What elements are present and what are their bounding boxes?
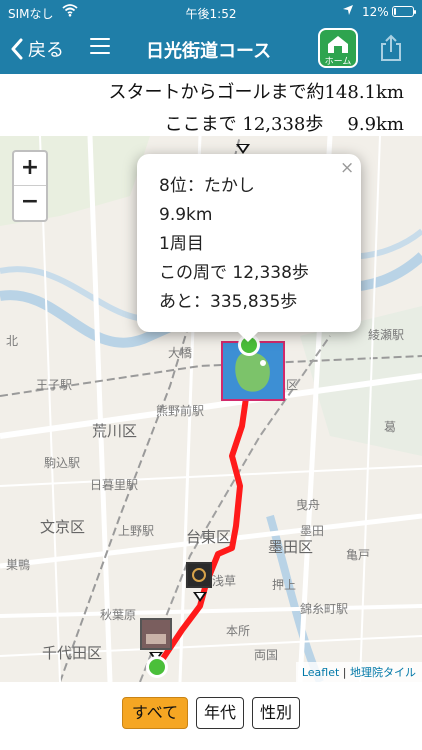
progress-text: ここまで 12,338歩 9.9km	[165, 110, 404, 136]
total-distance-text: スタートからゴールまで約148.1km	[108, 82, 404, 103]
map-label-oshiage: 押上	[272, 578, 297, 592]
popup-remaining: あと：335,835歩	[159, 292, 298, 312]
map-label-bunkyo: 文京区	[40, 518, 86, 536]
map-label-ueno: 上野駅	[118, 524, 155, 538]
popup-rank: 8位：たかし	[159, 176, 255, 196]
map-label-kumanomae: 熊野前駅	[156, 404, 205, 418]
popup-lap: 1周目	[159, 234, 204, 254]
progress-steps: ここまで 12,338歩	[164, 114, 324, 135]
map-label-kinshicho: 錦糸町駅	[300, 602, 349, 616]
menu-icon[interactable]	[90, 38, 110, 56]
filter-age-button[interactable]: 年代	[196, 697, 244, 729]
popup-lap-steps: この周で 12,338歩	[159, 263, 309, 283]
start-marker[interactable]	[146, 656, 168, 678]
map-label-komagome: 駒込駅	[44, 456, 81, 470]
map-label-ryogoku: 両国	[254, 648, 279, 662]
leaflet-link[interactable]: Leaflet	[302, 666, 339, 679]
popup-distance: 9.9km	[159, 205, 213, 225]
map-label-ohashi: 大橋	[168, 346, 193, 360]
back-label: 戻る	[28, 40, 64, 61]
map-label-taito: 台東区	[186, 528, 232, 546]
marker-pin-mid[interactable]	[193, 592, 207, 602]
map-label-kameido: 亀戸	[346, 548, 371, 562]
map-label-nippori: 日暮里駅	[90, 478, 139, 492]
home-label: ホーム	[324, 57, 352, 67]
filter-gender-button[interactable]: 性別	[252, 697, 300, 729]
battery-percent: 12%	[362, 5, 389, 19]
map-label-sumidaku: 墨田	[300, 524, 325, 538]
map-attribution: Leaflet | 地理院タイル	[295, 662, 422, 682]
page-title: 日光街道コース	[146, 41, 272, 62]
marker-pin-top[interactable]	[236, 144, 250, 154]
map-label-ojiekimae: 王子駅	[36, 378, 73, 392]
share-button[interactable]	[378, 34, 404, 62]
map-label-hikifune: 曳舟	[296, 498, 321, 512]
map-label-chiyoda: 千代田区	[42, 644, 103, 662]
share-icon	[381, 34, 401, 61]
map-label-asakusa: 浅草	[212, 574, 237, 588]
popup-close-button[interactable]: ×	[340, 158, 354, 178]
chevron-left-icon	[11, 38, 23, 60]
map-label-arakawa: 荒川区	[92, 422, 138, 440]
map-label-akihabara: 秋葉原	[100, 608, 137, 622]
map-label-katsushika: 葛	[384, 420, 397, 434]
zoom-out-button[interactable]: −	[14, 186, 46, 220]
map-label-sumida: 墨田区	[268, 538, 314, 556]
nav-bar: 戻る 日光街道コース ホーム	[0, 24, 422, 74]
map-label-sugamo: 巣鴨	[6, 558, 31, 572]
battery-icon	[392, 6, 416, 17]
status-time: 午後1:52	[185, 7, 237, 21]
filter-bar: すべて 年代 性別	[0, 682, 422, 750]
filter-all-button[interactable]: すべて	[122, 697, 188, 729]
tiles-link[interactable]: 地理院タイル	[350, 666, 416, 679]
status-bar: SIMなし 午後1:52 12%	[0, 0, 422, 24]
photo-marker-mid[interactable]	[186, 562, 212, 588]
map-label-ayase: 綾瀬駅	[368, 328, 405, 342]
photo-marker-start[interactable]	[140, 618, 172, 650]
progress-km: 9.9km	[347, 114, 404, 135]
home-button[interactable]: ホーム	[318, 28, 358, 68]
runner-popup: 8位：たかし 9.9km 1周目 この周で 12,338歩 あと：335,835…	[137, 154, 361, 332]
home-icon	[328, 36, 348, 53]
zoom-in-button[interactable]: +	[14, 152, 46, 186]
location-arrow-icon	[342, 4, 354, 19]
zoom-control: + −	[12, 150, 48, 222]
back-button[interactable]: 戻る	[10, 36, 64, 62]
map-label-kita: 北	[6, 334, 19, 348]
popup-tip	[236, 330, 260, 342]
map-label-honjo: 本所	[226, 624, 251, 638]
